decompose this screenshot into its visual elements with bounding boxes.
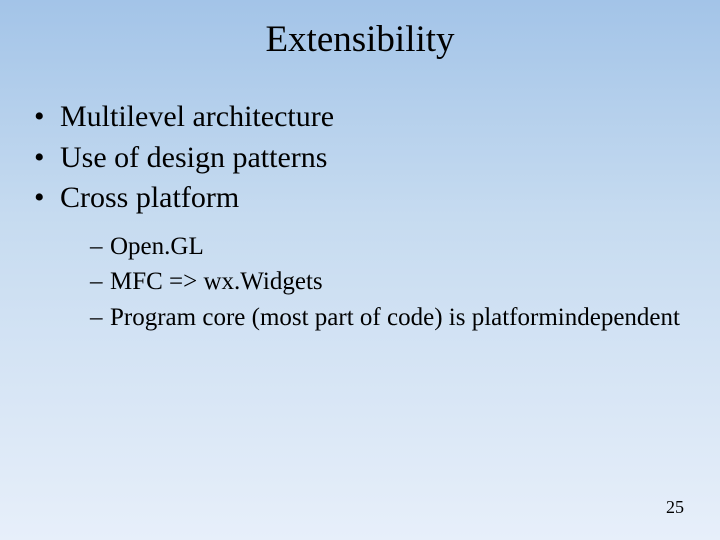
sub-bullet-item: Program core (most part of code) is plat… — [90, 300, 680, 336]
page-number: 25 — [666, 497, 684, 518]
bullet-text: Cross platform — [60, 181, 239, 214]
sub-bullet-item: Open.GL — [90, 229, 680, 265]
sub-bullet-list: Open.GL MFC => wx.Widgets Program core (… — [60, 229, 680, 336]
bullet-item: Multilevel architecture — [32, 97, 680, 138]
bullet-item: Cross platform Open.GL MFC => wx.Widgets… — [32, 178, 680, 335]
slide-content: Multilevel architecture Use of design pa… — [0, 69, 720, 335]
main-bullet-list: Multilevel architecture Use of design pa… — [32, 97, 680, 335]
slide-title: Extensibility — [0, 0, 720, 69]
sub-bullet-item: MFC => wx.Widgets — [90, 264, 680, 300]
bullet-item: Use of design patterns — [32, 138, 680, 179]
